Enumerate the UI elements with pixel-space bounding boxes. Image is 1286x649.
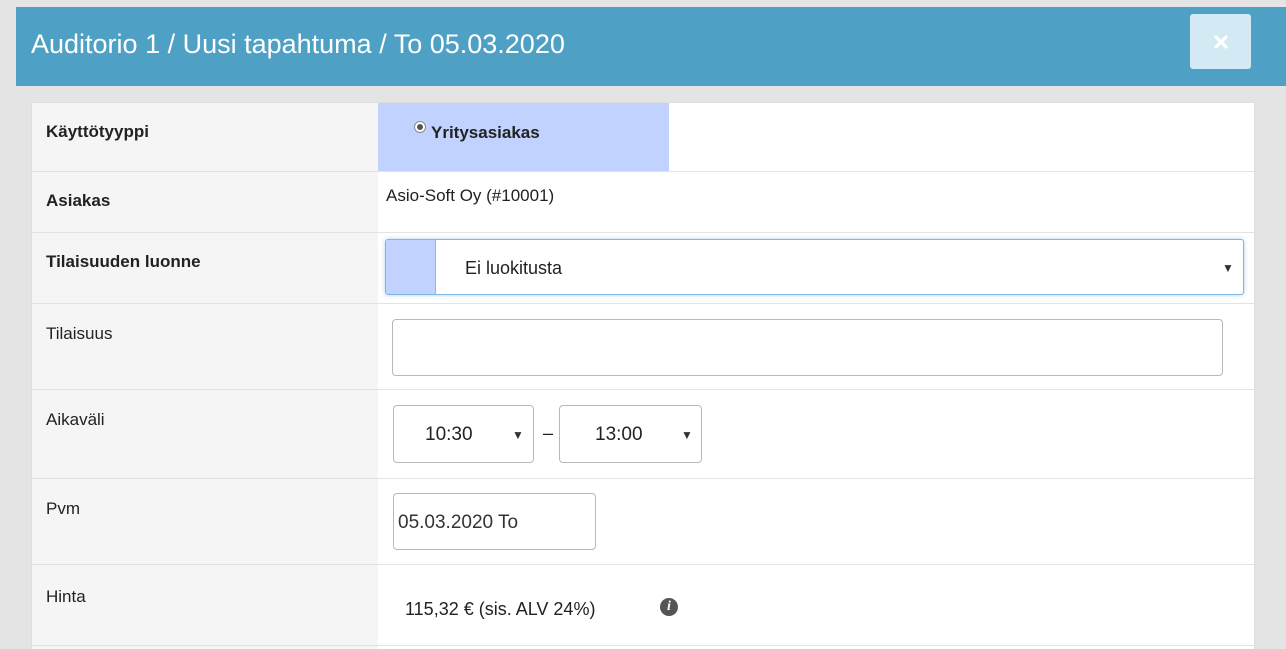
row-date: Pvm [32,479,1254,565]
time-range-label: Aikaväli [46,410,105,429]
start-time-value: 10:30 [425,424,473,445]
row-customer: Asiakas Asio-Soft Oy (#10001) [32,172,1254,233]
date-input[interactable]: 05.03.2020 To [393,493,596,550]
price-value: 115,32 € (sis. ALV 24%) [405,599,596,619]
customer-value: Asio-Soft Oy (#10001) [386,186,555,205]
chevron-down-icon: ▼ [1222,261,1234,275]
close-icon [1213,34,1228,49]
end-time-value: 13:00 [595,424,643,445]
row-price: Hinta [32,565,1254,646]
usage-type-label: Käyttötyyppi [46,122,149,141]
customer-label: Asiakas [46,191,111,210]
color-swatch [386,240,436,294]
event-nature-selected: Ei luokitusta [465,258,563,278]
time-separator: – [543,423,554,443]
info-icon[interactable]: i [660,598,678,616]
price-label: Hinta [46,587,86,606]
usage-type-option[interactable]: Yritysasiakas [378,103,669,171]
usage-type-option-label: Yritysasiakas [431,123,540,142]
event-nature-select[interactable]: Ei luokitusta ▼ [385,239,1244,295]
close-button[interactable] [1190,14,1251,69]
end-time-select[interactable]: 13:00 ▼ [559,405,702,463]
chevron-down-icon: ▼ [512,428,524,442]
date-label: Pvm [46,499,80,518]
date-value: 05.03.2020 To [398,512,519,533]
start-time-select[interactable]: 10:30 ▼ [393,405,534,463]
modal-title: Auditorio 1 / Uusi tapahtuma / To 05.03.… [31,29,565,59]
event-input[interactable] [392,319,1223,376]
chevron-down-icon: ▼ [681,428,693,442]
modal-header: Auditorio 1 / Uusi tapahtuma / To 05.03.… [16,7,1286,86]
radio-button[interactable] [414,121,426,133]
event-label: Tilaisuus [46,324,113,343]
event-nature-label: Tilaisuuden luonne [46,252,201,271]
event-form: Käyttötyyppi Yritysasiakas Asiakas Asio-… [31,102,1255,649]
row-usage-type: Käyttötyyppi Yritysasiakas [32,103,1254,172]
